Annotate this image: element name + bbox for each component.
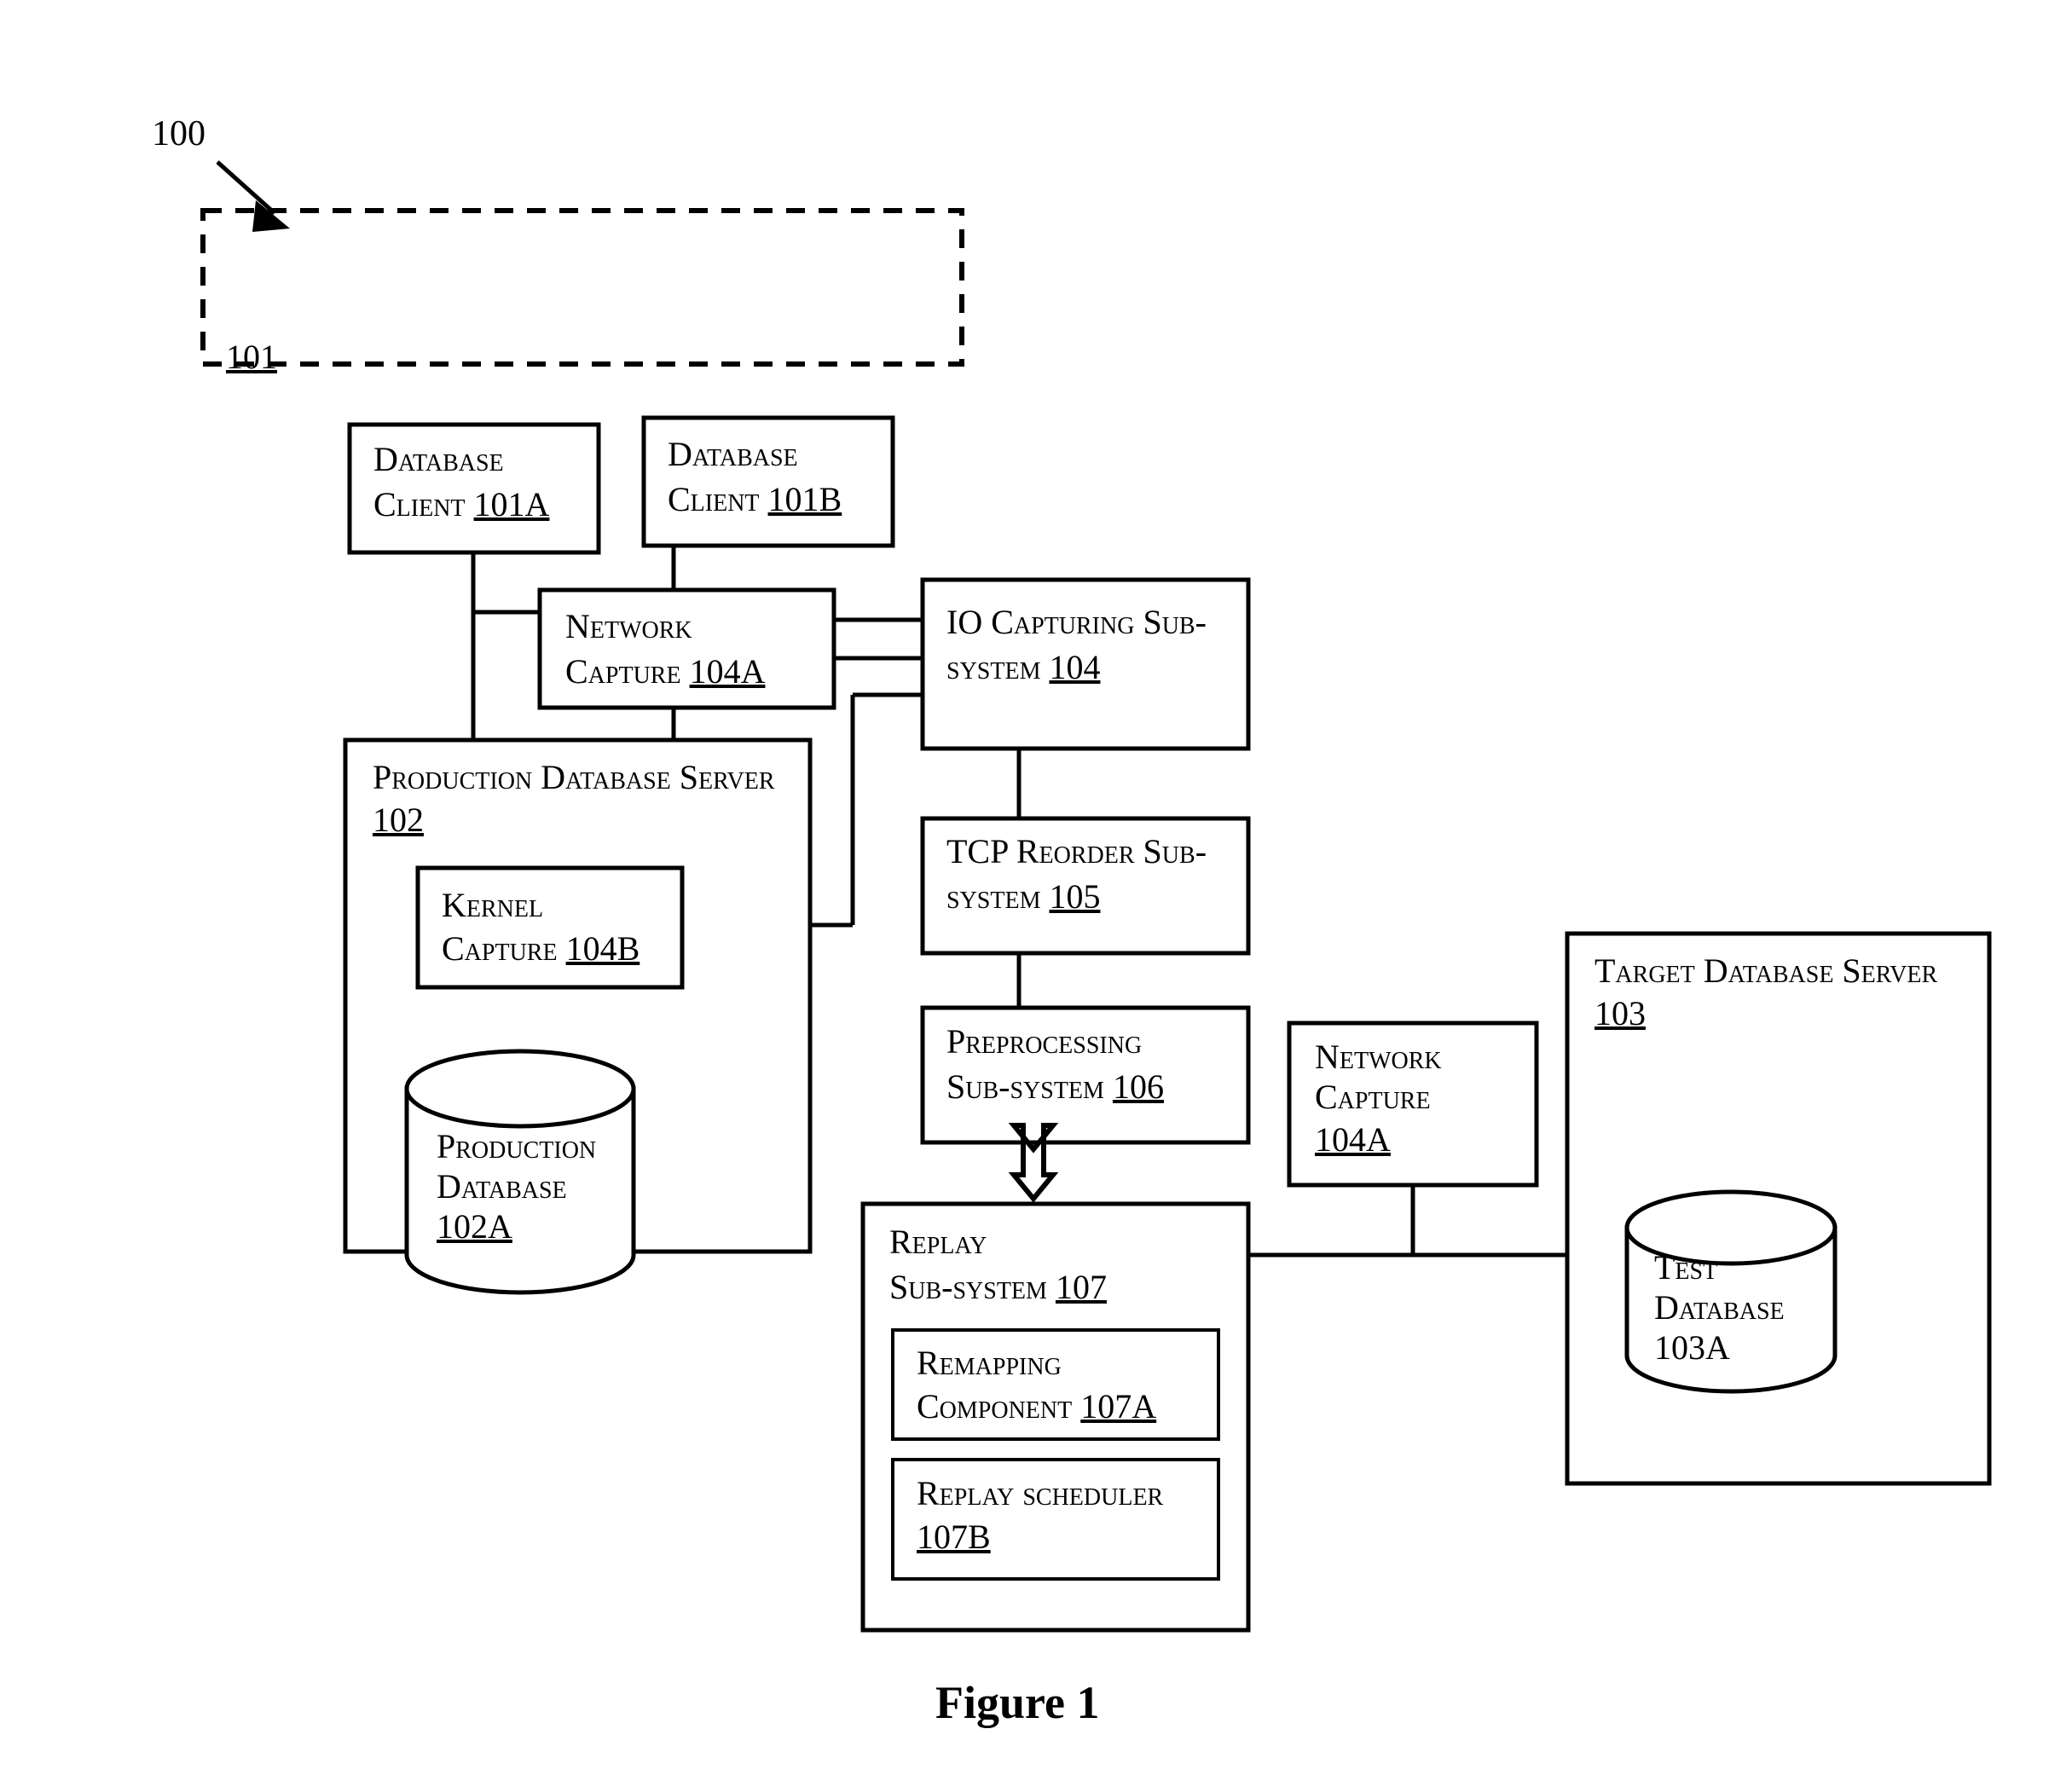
network-capture-104a-line2: Capture 104A xyxy=(565,652,766,691)
kernel-capture-104b-line2: Capture 104B xyxy=(442,929,640,968)
database-client-101a-line1: Database xyxy=(373,440,504,478)
database-client-101b-line1: Database xyxy=(668,435,798,473)
production-database-line1: Production xyxy=(437,1127,596,1165)
tcp-reorder-subsystem-line1: TCP Reorder Sub- xyxy=(946,832,1207,870)
diagram-canvas: 100 101 Database Client 101A Database Cl… xyxy=(152,114,1992,1728)
test-database-line2: Database xyxy=(1654,1288,1785,1327)
replay-scheduler-line1: Replay scheduler xyxy=(917,1474,1164,1512)
system-reference-label: 100 xyxy=(152,114,205,153)
client-group-dashed-boundary xyxy=(200,208,964,367)
replay-subsystem-line2: Sub-system 107 xyxy=(889,1268,1107,1306)
kernel-capture-104b-line1: Kernel xyxy=(442,886,543,924)
tcp-reorder-subsystem-line2: system 105 xyxy=(946,877,1100,916)
test-database-ref: 103A xyxy=(1654,1328,1730,1367)
figure-caption: Figure 1 xyxy=(935,1677,1099,1728)
production-database-server-ref: 102 xyxy=(373,801,424,839)
production-database-ref: 102A xyxy=(437,1207,512,1246)
network-capture-104a-line1: Network xyxy=(565,607,692,645)
client-group-reference-label: 101 xyxy=(226,338,277,376)
network-capture-target-line2: Capture xyxy=(1315,1078,1431,1116)
io-capturing-subsystem-line1: IO Capturing Sub- xyxy=(946,603,1207,641)
io-capturing-subsystem-line2: system 104 xyxy=(946,648,1100,686)
system-pointer-arrow xyxy=(216,160,290,232)
remapping-component-line2: Component 107A xyxy=(917,1387,1156,1425)
test-database-line1: Test xyxy=(1654,1248,1717,1287)
remapping-component-line1: Remapping xyxy=(917,1344,1062,1382)
preprocessing-subsystem-line1: Preprocessing xyxy=(946,1022,1142,1061)
database-client-101a-line2: Client 101A xyxy=(373,485,550,523)
preprocessing-subsystem-line2: Sub-system 106 xyxy=(946,1067,1164,1106)
network-capture-target-ref: 104A xyxy=(1315,1120,1391,1159)
target-database-server-title: Target Database Server xyxy=(1595,951,1938,990)
target-database-server-ref: 103 xyxy=(1595,994,1646,1032)
replay-scheduler-ref: 107B xyxy=(917,1518,991,1556)
production-database-server-title: Production Database Server xyxy=(373,758,775,796)
replay-subsystem-line1: Replay xyxy=(889,1223,987,1261)
replay-to-target-connectors xyxy=(1248,1185,1567,1258)
production-database-line2: Database xyxy=(437,1167,567,1206)
network-capture-target-line1: Network xyxy=(1315,1038,1442,1076)
patent-figure-1: 100 101 Database Client 101A Database Cl… xyxy=(0,0,2072,1781)
database-client-101b-line2: Client 101B xyxy=(668,480,842,518)
